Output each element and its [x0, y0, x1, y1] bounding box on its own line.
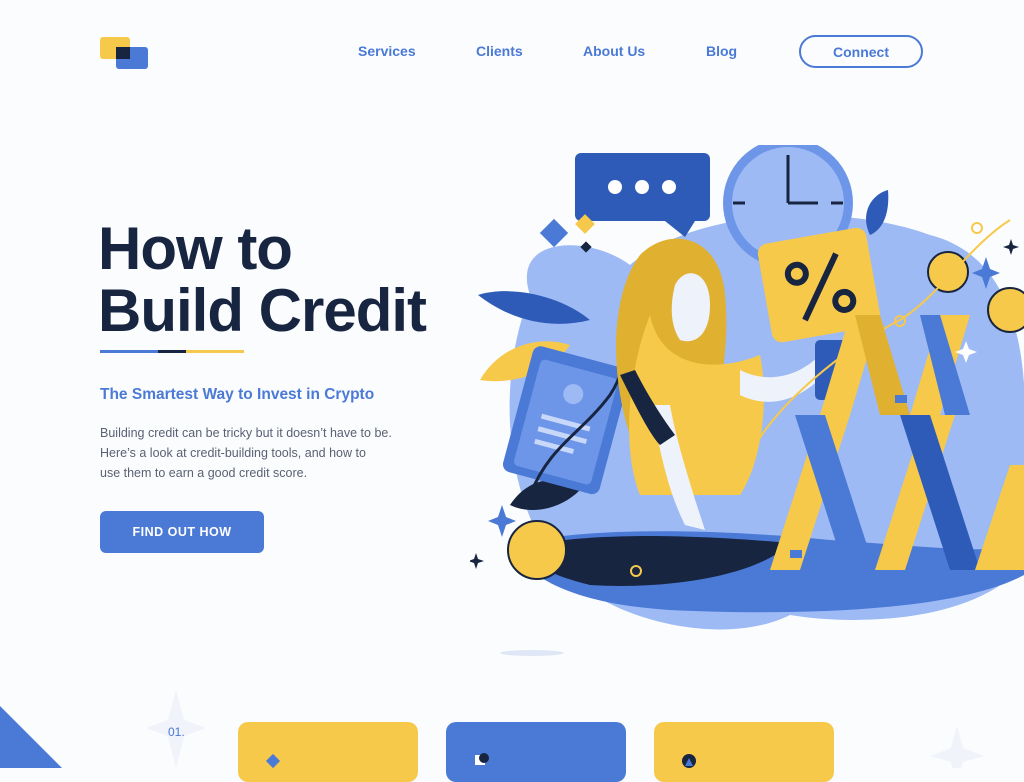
- nav-blog[interactable]: Blog: [706, 43, 737, 59]
- hero-description: Building credit can be tricky but it doe…: [100, 423, 410, 483]
- star-shape-icon: [930, 726, 984, 768]
- circle-icon: [682, 754, 696, 768]
- illustration-shadow: [500, 650, 564, 656]
- connect-button[interactable]: Connect: [799, 35, 923, 68]
- feature-card-3[interactable]: [654, 722, 834, 782]
- nav-about-us[interactable]: About Us: [583, 43, 645, 59]
- desc-line-3: use them to earn a good credit score.: [100, 466, 308, 480]
- coin-icon: [507, 520, 567, 580]
- logo-icon[interactable]: [100, 37, 150, 71]
- feature-card-1[interactable]: [238, 722, 418, 782]
- square-icon: [475, 753, 489, 765]
- find-out-how-button[interactable]: FIND OUT HOW: [100, 511, 264, 553]
- title-underline: [100, 350, 244, 353]
- hero-subtitle: The Smartest Way to Invest in Crypto: [100, 386, 375, 403]
- nav-clients[interactable]: Clients: [476, 43, 523, 59]
- corner-triangle: [0, 706, 62, 768]
- desc-line-1: Building credit can be tricky but it doe…: [100, 426, 392, 440]
- hero-illustration: [470, 145, 1024, 630]
- title-line-2: Build Credit: [98, 277, 427, 344]
- diamond-icon: [265, 753, 281, 769]
- section-number: 01.: [168, 725, 185, 739]
- diamond-icon: [539, 218, 569, 248]
- coin-icon: [987, 287, 1024, 333]
- coin-icon: [927, 251, 969, 293]
- feature-card-2[interactable]: [446, 722, 626, 782]
- nav-services[interactable]: Services: [358, 43, 416, 59]
- desc-line-2: Here’s a look at credit-building tools, …: [100, 446, 366, 460]
- page-title: How to Build Credit: [98, 215, 427, 344]
- chat-bubble-icon: [575, 153, 710, 237]
- sparkle-icon: [1003, 239, 1019, 255]
- title-line-1: How to: [98, 215, 293, 282]
- sparkle-icon: [488, 505, 516, 537]
- sparkle-icon: [470, 553, 484, 569]
